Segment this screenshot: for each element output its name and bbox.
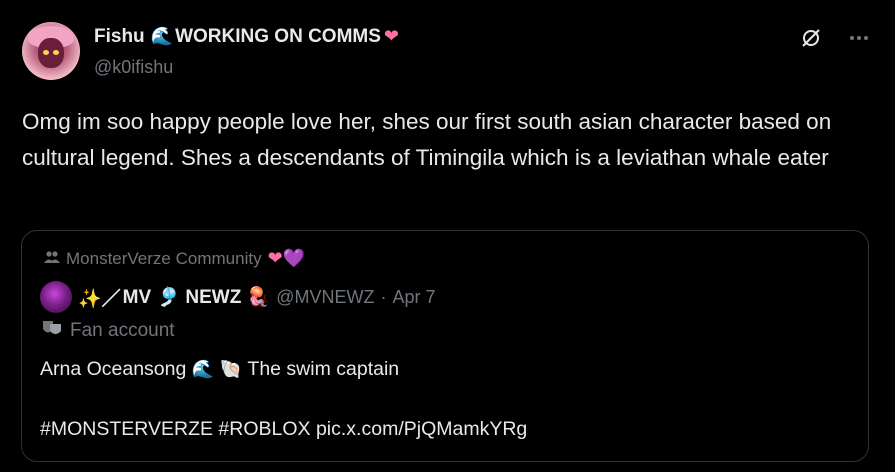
quoted-date[interactable]: Apr 7 xyxy=(393,287,436,308)
wave-shell-emoji-icon: 🌊 🐚 xyxy=(191,359,243,380)
author-avatar[interactable] xyxy=(22,22,80,80)
quoted-author-prefix: ✨／ xyxy=(78,288,121,310)
heart-emoji-icon: ❤ xyxy=(267,248,283,269)
fan-account-label: Fan account xyxy=(70,320,175,341)
quoted-text-subtitle: The swim captain xyxy=(247,358,400,380)
author-display-name[interactable]: Fishu xyxy=(94,26,145,48)
community-row[interactable]: MonsterVerze Community ❤ 💜 xyxy=(44,249,305,269)
quoted-author-name[interactable]: MV 🎐 NEWZ 🪼 xyxy=(123,285,271,309)
fan-account-row: Fan account xyxy=(42,319,175,343)
avatar-eye-left xyxy=(43,50,49,55)
tweet-actions xyxy=(799,26,871,50)
wave-emoji-icon: 🌊 xyxy=(150,26,174,47)
purple-heart-emoji-icon: 💜 xyxy=(282,248,306,269)
quoted-tweet-card[interactable]: MonsterVerze Community ❤ 💜 ✨／ MV 🎐 NEWZ … xyxy=(21,230,869,462)
avatar-face-shape xyxy=(38,38,64,68)
author-handle[interactable]: @k0ifishu xyxy=(94,57,173,78)
more-options-icon[interactable] xyxy=(847,26,871,50)
quoted-text-title: Arna Oceansong xyxy=(40,358,187,380)
community-label: MonsterVerze Community xyxy=(66,249,262,268)
quoted-author-row[interactable]: ✨／ MV 🎐 NEWZ 🪼 @MVNEWZ · Apr 7 xyxy=(40,281,436,313)
quoted-text-line-1: Arna Oceansong 🌊 🐚 The swim captain xyxy=(40,355,399,384)
quoted-text-line-2: #MONSTERVERZE #ROBLOX pic.x.com/PjQMamkY… xyxy=(40,418,528,440)
heart-emoji-icon: ❤ xyxy=(383,26,400,47)
author-name-suffix: WORKING ON COMMS xyxy=(175,26,381,47)
quoted-author-avatar[interactable] xyxy=(40,281,72,313)
author-name-row[interactable]: Fishu 🌊 WORKING ON COMMS ❤ xyxy=(94,26,399,48)
tweet-text: Omg im soo happy people love her, shes o… xyxy=(22,109,832,170)
theater-mask-icon xyxy=(42,319,62,343)
grok-slash-icon[interactable] xyxy=(799,26,823,50)
avatar-eye-right xyxy=(53,50,59,55)
community-icon xyxy=(44,249,60,269)
date-separator: · xyxy=(380,286,387,307)
quoted-author-handle[interactable]: @MVNEWZ xyxy=(276,287,374,308)
